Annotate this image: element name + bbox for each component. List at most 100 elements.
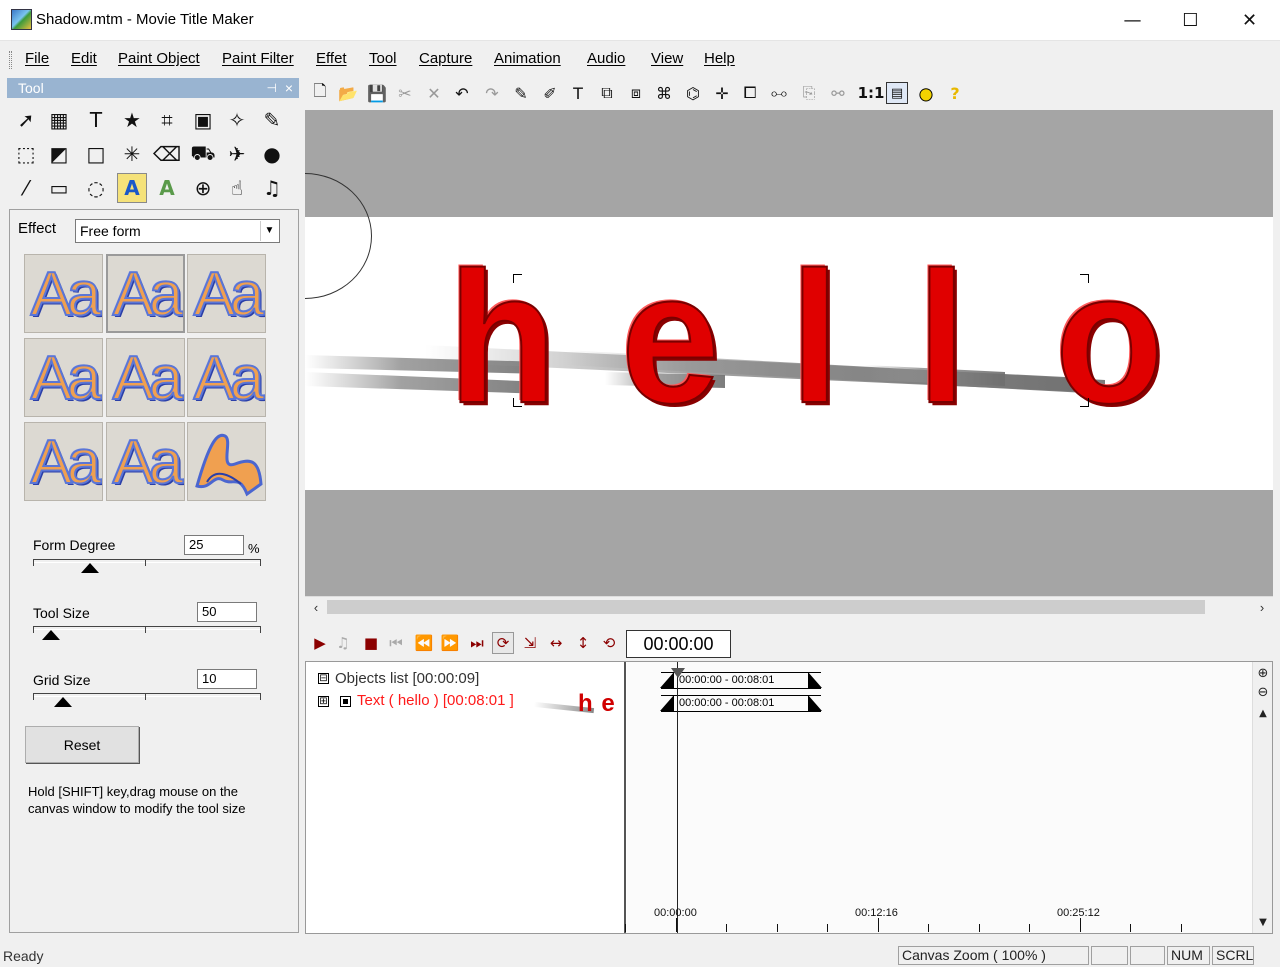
send-backward-icon[interactable]: ⧟ (768, 82, 790, 104)
selection-handle[interactable] (513, 398, 522, 407)
canvas[interactable]: h e l l o (305, 110, 1273, 596)
redo-icon[interactable]: ↷ (481, 82, 503, 104)
effect-preset[interactable]: Aa (106, 338, 185, 417)
menu-audio[interactable]: Audio (587, 50, 625, 67)
image-tool-icon[interactable]: ▣ (188, 105, 218, 135)
save-icon[interactable]: 💾 (366, 82, 388, 104)
transform-tool-icon[interactable]: ⌗ (152, 105, 182, 135)
chevron-down-icon[interactable]: ▼ (260, 221, 278, 241)
loop-icon[interactable]: ⟳ (492, 632, 514, 654)
object-merge-icon[interactable]: ⧈ (625, 82, 647, 104)
menu-tool[interactable]: Tool (369, 50, 397, 67)
object-split-icon[interactable]: ⧉ (596, 82, 618, 104)
brush-remove-icon[interactable]: ✐ (539, 82, 561, 104)
delete-icon[interactable]: ✕ (423, 82, 445, 104)
menu-help[interactable]: Help (704, 50, 735, 67)
sparkle-wand-tool-icon[interactable]: ✳ (117, 139, 147, 169)
eyedropper-tool-icon[interactable]: ⁄ (11, 173, 41, 203)
star-tool-icon[interactable]: ★ (117, 105, 147, 135)
form-degree-input[interactable]: 25 (184, 535, 244, 555)
maximize-button[interactable]: ☐ (1161, 0, 1220, 40)
fast-forward-icon[interactable]: ⏩ (439, 632, 461, 654)
canvas-horizontal-scrollbar[interactable]: ‹ › (305, 596, 1273, 617)
selection-handle[interactable] (1080, 274, 1089, 283)
eraser-tool-icon[interactable]: ⌫ (152, 139, 182, 169)
effect-preset[interactable]: Aa (24, 338, 103, 417)
scroll-left-icon[interactable]: ‹ (305, 597, 327, 617)
effect-preset[interactable]: Aa (106, 422, 185, 501)
properties-icon[interactable]: ▤ (886, 82, 908, 104)
reset-button[interactable]: Reset (25, 726, 139, 763)
select-region-tool-icon[interactable]: ⬚ (11, 139, 41, 169)
minimize-button[interactable]: — (1103, 0, 1162, 40)
layer-toggle-icon[interactable]: ⎘ (798, 82, 820, 104)
undo-icon[interactable]: ↶ (451, 82, 473, 104)
timeline-vertical-scrollbar[interactable]: ⊕ ⊖ ▲ ▼ (1252, 662, 1272, 933)
expand-icon[interactable]: ⊞ (318, 696, 329, 707)
drop-tool-icon[interactable]: ● (257, 139, 287, 169)
magic-wand-tool-icon[interactable]: ✧ (222, 105, 252, 135)
stop-icon[interactable]: ■ (360, 632, 382, 654)
zoom-in-icon[interactable]: ⊕ (1255, 665, 1271, 681)
canvas-letter[interactable]: l (916, 243, 967, 432)
menu-file[interactable]: File (25, 50, 49, 67)
hand-tool-icon[interactable]: ☝ (222, 173, 252, 203)
menu-grip[interactable] (9, 51, 12, 69)
text-tool-icon[interactable]: T (81, 105, 111, 135)
objects-list-label[interactable]: Objects list [00:00:09] (335, 670, 479, 687)
fill-select-tool-icon[interactable]: ◩ (44, 139, 74, 169)
effect-preset[interactable]: Aa (106, 254, 185, 333)
text-outline-tool-icon[interactable]: A (152, 173, 182, 203)
effect-preset[interactable]: Aa (187, 254, 266, 333)
frame-tool-icon[interactable]: ▭ (44, 173, 74, 203)
effect-preset[interactable]: Aa (24, 254, 103, 333)
scrollbar-thumb[interactable] (1256, 728, 1270, 906)
effect-preset[interactable]: Aa (187, 338, 266, 417)
rectangle-tool-icon[interactable]: □ (81, 139, 111, 169)
align-center-icon[interactable]: ✛ (711, 82, 733, 104)
cursor-play-icon[interactable]: ⇲ (519, 632, 541, 654)
text-bold-icon[interactable]: T (567, 82, 589, 104)
spray-tool-icon[interactable]: ✈ (222, 139, 252, 169)
canvas-letter[interactable]: e (620, 243, 721, 432)
repeat-icon[interactable]: ⟲ (598, 632, 620, 654)
collapse-icon[interactable]: ⊟ (318, 673, 329, 684)
zoom-fit-icon[interactable]: 1:1 (858, 82, 885, 104)
selection-handle[interactable] (513, 274, 522, 283)
menu-animation[interactable]: Animation (494, 50, 561, 67)
smudge-tool-icon[interactable]: ◌ (81, 173, 111, 203)
scroll-right-icon[interactable]: › (1251, 597, 1273, 617)
selection-handle[interactable] (1080, 398, 1089, 407)
stretch-vertical-icon[interactable]: ↕ (572, 632, 594, 654)
form-degree-slider-thumb[interactable] (81, 563, 99, 573)
pointer-tool-icon[interactable]: ➚ (11, 105, 41, 135)
tool-size-input[interactable]: 50 (197, 602, 257, 622)
menu-paint-object[interactable]: Paint Object (118, 50, 200, 67)
pen-tool-icon[interactable]: ✎ (257, 105, 287, 135)
grid-size-slider-thumb[interactable] (53, 697, 72, 707)
scrollbar-thumb[interactable] (327, 600, 1205, 614)
music-icon[interactable]: ♫ (332, 632, 354, 654)
pin-icon[interactable]: ⊣ (267, 78, 277, 98)
help-icon[interactable]: ? (944, 82, 966, 104)
object-item-text-hello[interactable]: Text ( hello ) [00:08:01 ] (357, 692, 514, 709)
effect-preset[interactable]: Aa (24, 422, 103, 501)
scroll-down-icon[interactable]: ▼ (1255, 914, 1271, 930)
skip-start-icon[interactable]: ⏮ (385, 632, 407, 654)
new-file-icon[interactable]: 🗋 (309, 81, 331, 104)
close-icon[interactable]: × (285, 78, 293, 98)
stretch-horizontal-icon[interactable]: ↔ (545, 632, 567, 654)
rewind-icon[interactable]: ⏪ (413, 632, 435, 654)
audio-tool-icon[interactable]: ♫ (257, 173, 287, 203)
canvas-letter[interactable]: l (789, 243, 840, 432)
circle-icon[interactable]: ● (915, 82, 937, 104)
canvas-letter[interactable]: o (1054, 243, 1165, 432)
cut-icon[interactable]: ✂ (394, 82, 416, 104)
menu-capture[interactable]: Capture (419, 50, 472, 67)
menu-edit[interactable]: Edit (71, 50, 97, 67)
menu-paint-filter[interactable]: Paint Filter (222, 50, 294, 67)
track-bar[interactable]: 00:00:00 - 00:08:01 (660, 695, 822, 712)
skip-end-icon[interactable]: ⏭ (466, 632, 488, 654)
track-bar[interactable]: 00:00:00 - 00:08:01 (660, 672, 822, 689)
wand-icon[interactable]: ⚯ (827, 82, 849, 104)
